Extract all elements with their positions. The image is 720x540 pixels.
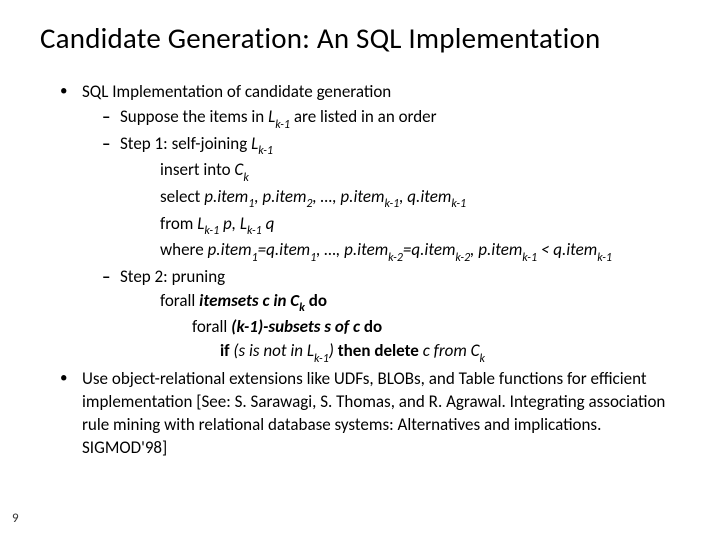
s2l1c: do	[305, 290, 327, 311]
s1l3c: p, L	[219, 213, 247, 234]
s1l2a: select	[160, 186, 204, 207]
s2l1b: itemsets c in C	[199, 290, 299, 311]
s1l2c: , p.item	[254, 186, 306, 207]
s2l2c: do	[360, 316, 382, 337]
s1l2s2: 2	[306, 197, 312, 211]
s1l2sk1b: k-1	[451, 197, 466, 211]
s1l1bs: k	[243, 171, 248, 185]
s1l1b: C	[234, 159, 243, 180]
s1l4d: , …, p.item	[316, 239, 388, 260]
s1l4b: p.item	[208, 239, 252, 260]
s1l4g: < q.item	[537, 239, 597, 260]
s2l3b: (s is not in L	[233, 340, 314, 361]
d1-pre: Suppose the items in	[120, 106, 268, 127]
s1-line1: insert into Ck	[120, 159, 680, 185]
s1-line3: from Lk-1 p, Lk-1 q	[120, 213, 680, 239]
s1-line4: where p.item1=q.item1, …, p.itemk-2=q.it…	[120, 239, 680, 265]
page-number: 9	[12, 511, 19, 526]
s1-line2: select p.item1, p.item2, …, p.itemk-1, q…	[120, 186, 680, 212]
sub-list: Suppose the items in Lk-1 are listed in …	[82, 106, 680, 366]
bullet-list: SQL Implementation of candidate generati…	[40, 81, 680, 459]
s1l4e: =q.item	[403, 239, 455, 260]
dash-3: Step 2: pruning forall itemsets c in Ck …	[102, 266, 680, 366]
s1l4f: , p.item	[470, 239, 522, 260]
s1l4sk2b: k-2	[455, 251, 470, 265]
d3-text: Step 2: pruning	[120, 266, 225, 287]
s1l3a: from	[160, 213, 197, 234]
s1l2sk1: k-1	[384, 197, 399, 211]
d1-suf: are listed in an order	[290, 106, 437, 127]
s2l3d: then delete	[338, 340, 423, 361]
s1l4c: =q.item	[258, 239, 310, 260]
s1l2b: p.item	[204, 186, 248, 207]
s2l1a: forall	[160, 290, 199, 311]
s2l3es: k	[480, 352, 485, 366]
bullet-1: SQL Implementation of candidate generati…	[60, 81, 680, 365]
s1l4s1: 1	[252, 251, 258, 265]
s2-line2: forall (k-1)-subsets s of c do	[120, 316, 680, 339]
s1l2s1: 1	[248, 197, 254, 211]
s1l2e: , q.item	[399, 186, 451, 207]
s2l3a: if	[220, 340, 233, 361]
d2-sub: k-1	[258, 144, 273, 158]
slide-title: Candidate Generation: An SQL Implementat…	[40, 22, 680, 55]
bullet-1-head: SQL Implementation of candidate generati…	[82, 81, 391, 102]
s2l1bs: k	[299, 301, 305, 315]
dash-1: Suppose the items in Lk-1 are listed in …	[102, 106, 680, 132]
bullet-2: Use object-relational extensions like UD…	[60, 368, 680, 460]
s2-line1: forall itemsets c in Ck do	[120, 290, 680, 316]
s1l4s1b: 1	[310, 251, 316, 265]
s1l4sk1: k-1	[522, 251, 537, 265]
s1l4sk1b: k-1	[597, 251, 612, 265]
s2l3e: c from C	[423, 340, 480, 361]
s2l3c: )	[329, 340, 338, 361]
s1l3s1: k-1	[204, 224, 219, 238]
s1l1a: insert into	[160, 159, 234, 180]
s2-line3: if (s is not in Lk-1) then delete c from…	[120, 340, 680, 366]
s2l2b: (k-1)-subsets s of c	[231, 316, 360, 337]
s1l3d: q	[262, 213, 275, 234]
s2l3bs: k-1	[314, 352, 329, 366]
d2-pre: Step 1: self-joining	[120, 133, 251, 154]
d1-sub: k-1	[275, 118, 290, 132]
s1l4a: where	[160, 239, 208, 260]
s1l3s2: k-1	[247, 224, 262, 238]
s2l2a: forall	[192, 316, 231, 337]
b2t3: SIGMOD'98]	[82, 437, 167, 458]
slide: Candidate Generation: An SQL Implementat…	[0, 0, 720, 540]
dash-2: Step 1: self-joining Lk-1 insert into Ck…	[102, 133, 680, 265]
s1l4sk2: k-2	[388, 251, 403, 265]
s1l2d: , …, p.item	[313, 186, 385, 207]
